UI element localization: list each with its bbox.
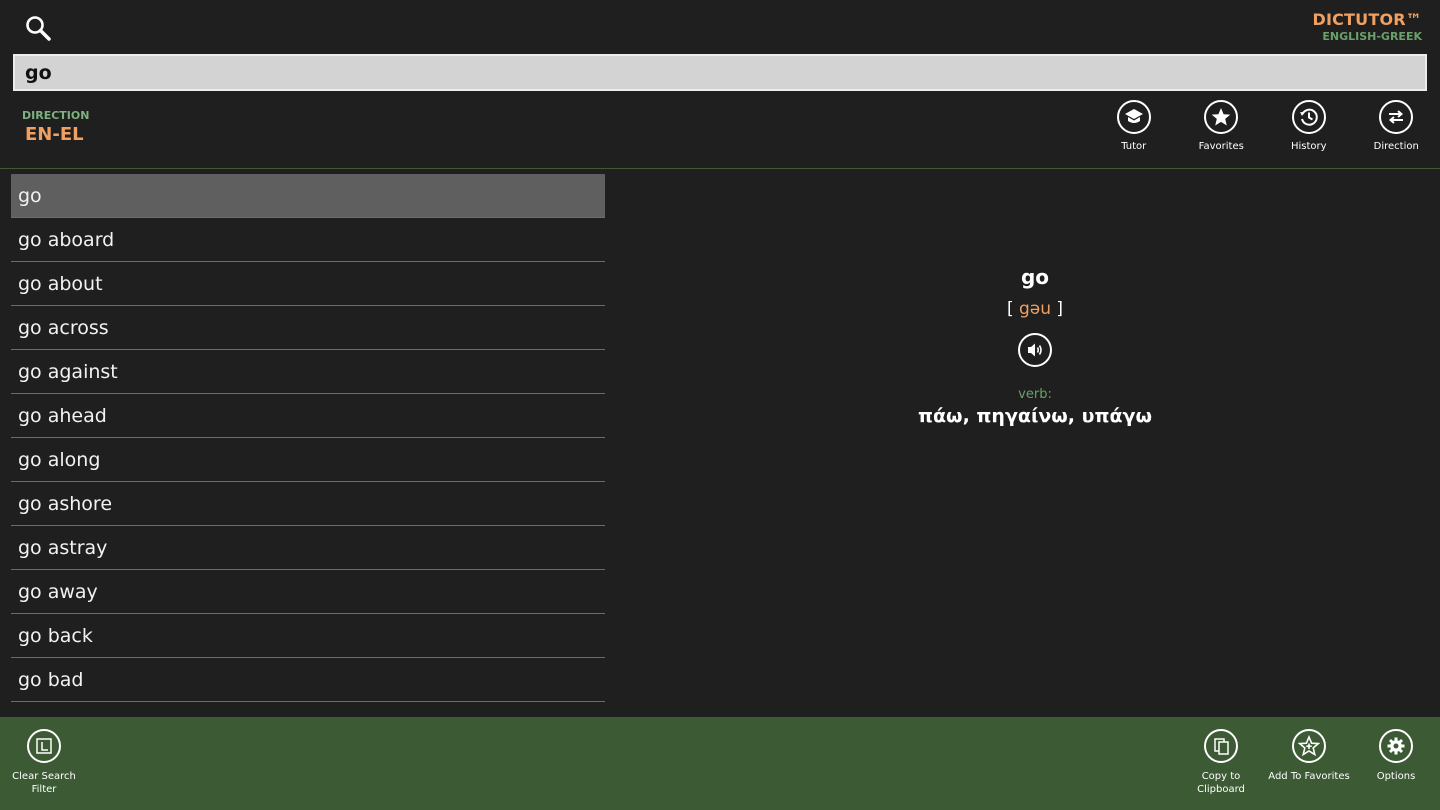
clear-search-filter-button[interactable]: Clear Search Filter (0, 729, 88, 796)
list-item[interactable]: go astray (11, 526, 605, 570)
list-item[interactable]: go bad (11, 658, 605, 702)
clear-search-filter-label: Clear Search Filter (12, 771, 76, 795)
list-item[interactable]: go aboard (11, 218, 605, 262)
list-item[interactable]: go along (11, 438, 605, 482)
tutor-button[interactable]: Tutor (1090, 100, 1178, 164)
direction-value: EN-EL (25, 124, 84, 145)
history-button[interactable]: History (1265, 100, 1353, 164)
options-label: Options (1376, 771, 1416, 782)
clear-filter-icon (27, 729, 61, 763)
list-item[interactable]: go back (11, 614, 605, 658)
direction-indicator: DIRECTION EN-EL (22, 109, 89, 145)
app-toolbar: Tutor Favorites History Direction (1090, 100, 1440, 164)
history-label: History (1290, 141, 1327, 152)
speaker-icon[interactable] (1018, 333, 1052, 367)
tutor-label: Tutor (1121, 141, 1147, 152)
favorites-button[interactable]: Favorites (1178, 100, 1266, 164)
direction-button-label: Direction (1373, 141, 1419, 152)
app-name: DICTUTOR™ (1312, 10, 1422, 29)
part-of-speech: verb: (1018, 387, 1052, 402)
search-icon[interactable] (24, 14, 54, 44)
copy-to-clipboard-button[interactable]: Copy to Clipboard (1177, 729, 1265, 796)
phonetic: gəu (1018, 299, 1052, 319)
phonetic-bracket-close: ] (1056, 299, 1064, 319)
entry-panel: go [ gəu ] verb: πάω, πηγαίνω, υπάγω (630, 265, 1440, 427)
add-to-favorites-button[interactable]: Add To Favorites (1265, 729, 1353, 783)
star-icon (1204, 100, 1239, 134)
top-bar: DICTUTOR™ ENGLISH-GREEK (0, 0, 1440, 52)
list-item[interactable]: go against (11, 350, 605, 394)
graduation-cap-icon (1116, 100, 1151, 134)
list-item[interactable]: go across (11, 306, 605, 350)
search-input[interactable] (13, 54, 1427, 91)
list-item[interactable]: go ashore (11, 482, 605, 526)
copy-to-clipboard-label: Copy to Clipboard (1197, 771, 1245, 795)
app-subtitle: ENGLISH-GREEK (1322, 30, 1422, 43)
word-list: go go aboard go about go across go against go… (11, 174, 605, 702)
brand: DICTUTOR™ ENGLISH-GREEK (1312, 10, 1422, 43)
add-to-favorites-label: Add To Favorites (1268, 771, 1350, 782)
list-item[interactable]: go away (11, 570, 605, 614)
header-divider (0, 168, 1440, 169)
options-button[interactable]: Options (1352, 729, 1440, 783)
list-item[interactable]: go about (11, 262, 605, 306)
phonetic-line: [ gəu ] (630, 299, 1440, 319)
history-clock-icon (1291, 100, 1326, 134)
phonetic-bracket-open: [ (1006, 299, 1014, 319)
star-add-icon (1292, 729, 1326, 763)
entry-word: go (1020, 265, 1050, 289)
swap-arrows-icon (1379, 100, 1414, 134)
list-item[interactable]: go (11, 174, 605, 218)
direction-label: DIRECTION (22, 109, 90, 122)
copy-icon (1204, 729, 1238, 763)
bottom-app-bar: Clear Search Filter Copy to Clipboard Ad… (0, 717, 1440, 810)
gear-icon (1379, 729, 1413, 763)
translation: πάω, πηγαίνω, υπάγω (917, 405, 1153, 427)
list-item[interactable]: go ahead (11, 394, 605, 438)
direction-button[interactable]: Direction (1353, 100, 1440, 164)
favorites-label: Favorites (1198, 141, 1244, 152)
